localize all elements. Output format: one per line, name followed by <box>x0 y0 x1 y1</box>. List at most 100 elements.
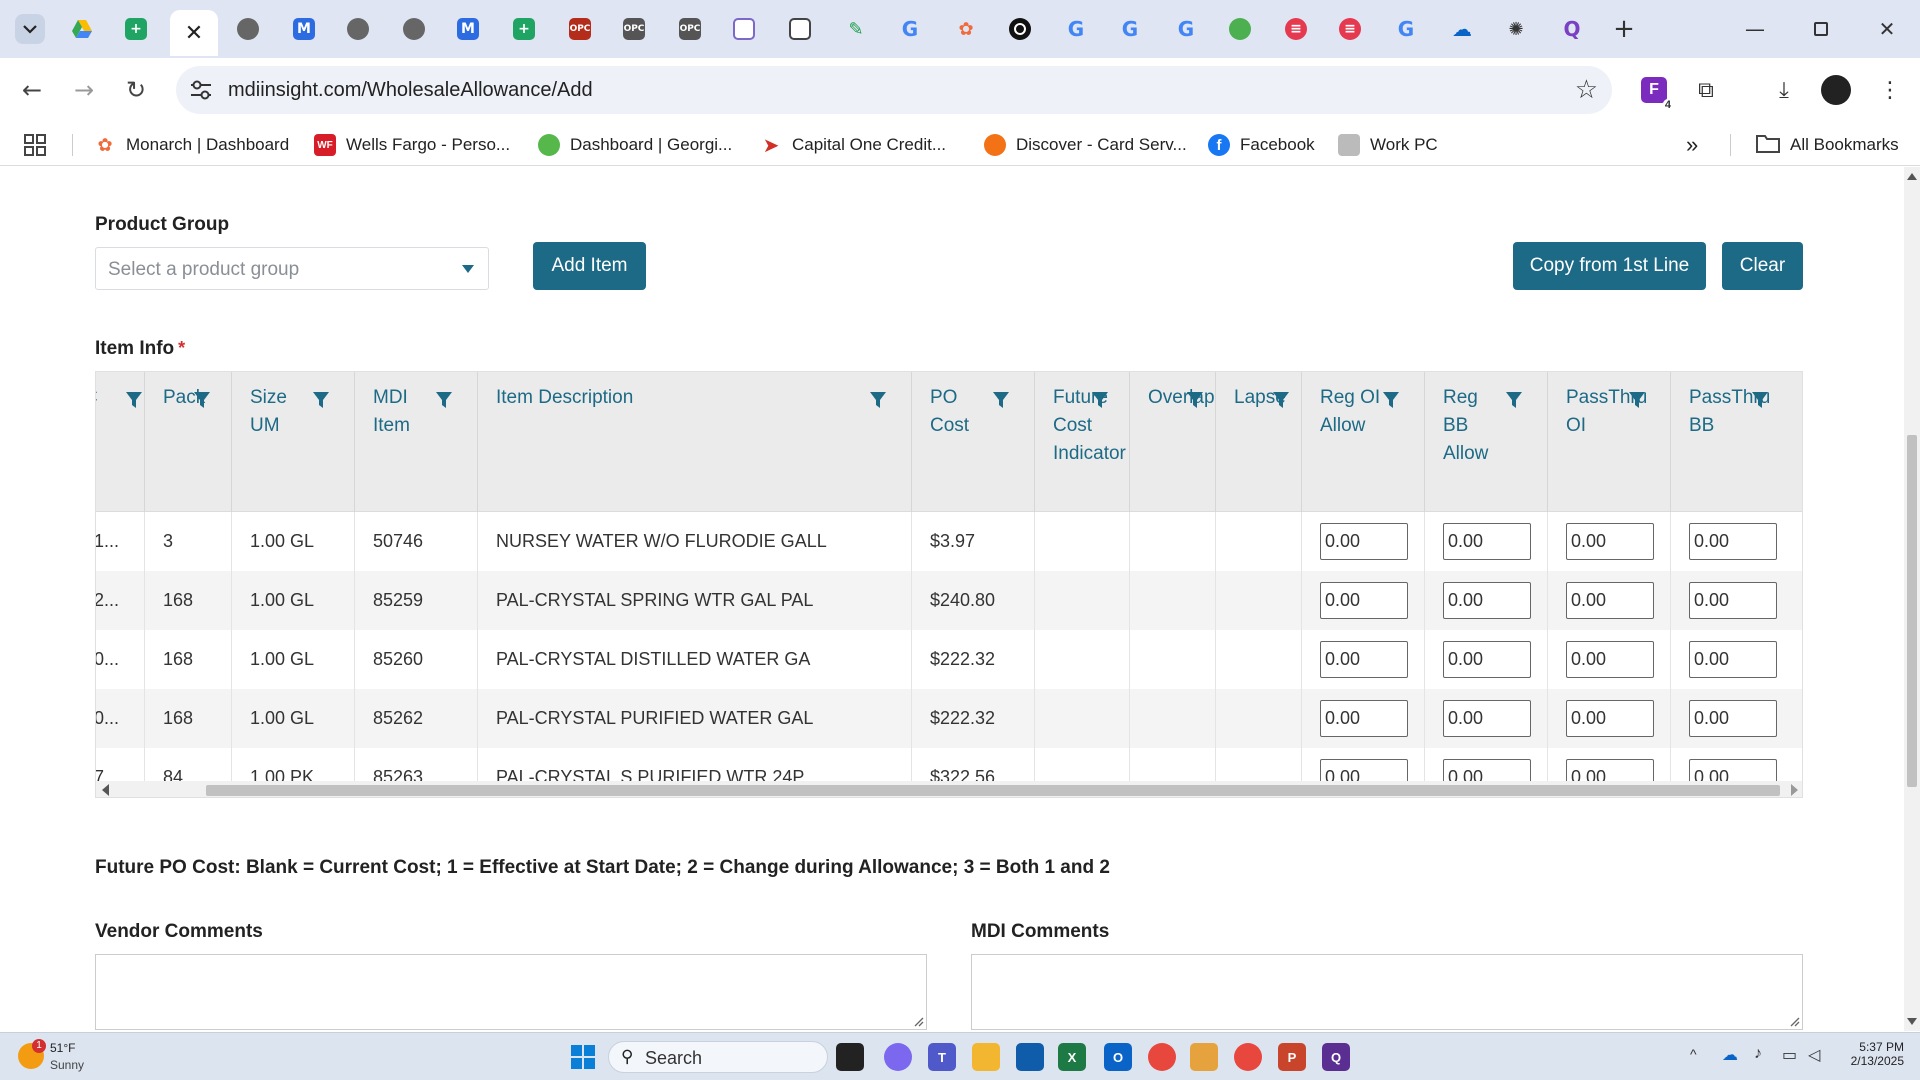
close-window-button[interactable]: ✕ <box>1872 14 1902 44</box>
file-explorer-icon[interactable] <box>972 1043 1000 1071</box>
bookmark-discover[interactable]: Discover - Card Serv... <box>984 133 1187 157</box>
network-icon[interactable]: ▭ <box>1782 1045 1797 1065</box>
pt-bb-input[interactable]: 0.00 <box>1689 523 1777 560</box>
tab-globe-1[interactable] <box>232 12 264 46</box>
tab-m-1[interactable]: M <box>288 12 320 46</box>
filter-icon[interactable] <box>435 391 453 409</box>
reg-bb-input[interactable]: 0.00 <box>1443 582 1531 619</box>
column-header-label[interactable]: Overlap <box>1148 384 1215 412</box>
reg-oi-input[interactable]: 0.00 <box>1320 523 1408 560</box>
tab-search-button[interactable] <box>14 12 46 46</box>
taskbar-search[interactable]: ⚲ Search <box>608 1041 828 1073</box>
column-header-item[interactable]: MDI Item <box>355 372 478 512</box>
tab-google-drive[interactable] <box>66 12 98 46</box>
filter-icon[interactable] <box>312 391 330 409</box>
column-header-label[interactable]: Item Description <box>496 384 871 412</box>
reg-oi-input[interactable]: 0.00 <box>1320 582 1408 619</box>
extensions-button[interactable]: ⧉ <box>1688 72 1724 108</box>
chrome-icon[interactable] <box>1148 1043 1176 1071</box>
tab-leaf[interactable]: ✎ <box>840 12 872 46</box>
new-tab-button[interactable]: + <box>1608 12 1640 46</box>
all-bookmarks-button[interactable]: All Bookmarks <box>1756 133 1899 157</box>
pt-oi-input[interactable]: 0.00 <box>1566 641 1654 678</box>
bookmark-monarch[interactable]: ✿ Monarch | Dashboard <box>94 133 289 157</box>
copy-from-first-line-button[interactable]: Copy from 1st Line <box>1513 242 1706 290</box>
reload-button[interactable]: ↻ <box>118 72 154 108</box>
outlook-icon[interactable]: O <box>1104 1043 1132 1071</box>
filter-icon[interactable] <box>1186 391 1204 409</box>
column-header-cost[interactable]: PO Cost <box>912 372 1035 512</box>
tab-sheets-1[interactable]: + <box>120 12 152 46</box>
task-view-icon[interactable] <box>836 1043 864 1071</box>
reg-bb-input[interactable]: 0.00 <box>1443 523 1531 560</box>
tab-globe-2[interactable] <box>342 12 374 46</box>
pt-bb-input[interactable]: 0.00 <box>1689 641 1777 678</box>
tab-colorful[interactable] <box>1224 12 1256 46</box>
pt-oi-input[interactable]: 0.00 <box>1566 700 1654 737</box>
mdi-comments-textarea[interactable] <box>971 954 1803 1030</box>
store-icon[interactable] <box>1016 1043 1044 1071</box>
apps-grid-icon[interactable] <box>24 133 46 157</box>
column-header-reg_bb[interactable]: Reg BB Allow <box>1425 372 1548 512</box>
bookmark-georgia[interactable]: Dashboard | Georgi... <box>538 133 732 157</box>
url-text[interactable]: mdiinsight.com/WholesaleAllowance/Add <box>228 79 593 102</box>
pt-oi-input[interactable]: 0.00 <box>1566 523 1654 560</box>
column-header-label[interactable]: Lapse <box>1234 384 1286 412</box>
resize-handle-icon[interactable] <box>1788 1015 1800 1027</box>
microphone-icon[interactable]: ♪ <box>1754 1045 1762 1063</box>
tab-sheets-2[interactable]: + <box>508 12 540 46</box>
scroll-right-icon[interactable] <box>1791 784 1798 796</box>
scroll-left-icon[interactable] <box>102 784 109 796</box>
reg-oi-input[interactable]: 0.00 <box>1320 700 1408 737</box>
site-info-icon[interactable] <box>188 78 214 102</box>
close-tab-icon[interactable]: ✕ <box>185 21 203 46</box>
restore-button[interactable] <box>1806 14 1836 44</box>
scrollbar-thumb[interactable] <box>206 785 1780 796</box>
column-header-label[interactable]: Pack <box>163 384 205 412</box>
profile-button[interactable] <box>1818 72 1854 108</box>
chrome-active-icon[interactable] <box>1234 1043 1262 1071</box>
filter-icon[interactable] <box>1091 391 1109 409</box>
column-header-size[interactable]: Size UM <box>232 372 355 512</box>
filter-icon[interactable] <box>1382 391 1400 409</box>
onedrive-icon[interactable]: ☁ <box>1722 1045 1738 1065</box>
column-header-label[interactable]: C <box>96 384 127 412</box>
filter-icon[interactable] <box>1505 391 1523 409</box>
filter-icon[interactable] <box>125 391 143 409</box>
add-item-button[interactable]: Add Item <box>533 242 646 290</box>
column-header-label[interactable]: Reg OI Allow <box>1320 384 1384 440</box>
bookmark-capital-one[interactable]: ➤ Capital One Credit... <box>760 133 946 157</box>
column-header-pack[interactable]: Pack <box>145 372 232 512</box>
column-header-desc[interactable]: Item Description <box>478 372 912 512</box>
clock[interactable]: 5:37 PM 2/13/2025 <box>1851 1040 1904 1068</box>
tab-chatgpt[interactable]: ✺ <box>1500 12 1532 46</box>
tab-doc[interactable] <box>784 12 816 46</box>
tab-google-2[interactable]: G <box>1060 12 1092 46</box>
tab-opc-1[interactable]: OPC <box>564 12 596 46</box>
scrollbar-thumb[interactable] <box>1907 435 1917 787</box>
pt-bb-input[interactable]: 0.00 <box>1689 700 1777 737</box>
tab-onedrive[interactable]: ☁ <box>1446 12 1478 46</box>
tab-monarch[interactable]: ✿ <box>950 12 982 46</box>
horizontal-scrollbar[interactable] <box>96 781 1802 797</box>
tab-red-2[interactable]: ≡ <box>1334 12 1366 46</box>
windows-start-icon[interactable] <box>571 1045 595 1074</box>
excel-icon[interactable]: X <box>1058 1043 1086 1071</box>
back-button[interactable]: ← <box>14 72 50 108</box>
scroll-down-icon[interactable] <box>1907 1018 1917 1025</box>
column-header-label[interactable]: Size UM <box>250 384 314 440</box>
bookmark-work-pc[interactable]: Work PC <box>1338 133 1438 157</box>
vertical-scrollbar[interactable] <box>1904 167 1920 1031</box>
forward-button[interactable]: → <box>66 72 102 108</box>
tab-q[interactable]: Q <box>1556 12 1588 46</box>
more-bookmarks-button[interactable]: » <box>1686 132 1698 157</box>
filter-icon[interactable] <box>869 391 887 409</box>
reg-bb-input[interactable]: 0.00 <box>1443 641 1531 678</box>
weather-icon[interactable]: 1 <box>18 1039 46 1069</box>
tab-list[interactable] <box>728 12 760 46</box>
tab-active-mdi[interactable]: ✕ <box>170 10 218 56</box>
scroll-up-icon[interactable] <box>1907 173 1917 180</box>
column-header-pt_bb[interactable]: PassThru BB <box>1671 372 1802 512</box>
column-header-label[interactable]: PassThru BB <box>1689 384 1770 440</box>
volume-icon[interactable]: ◁ <box>1808 1045 1820 1065</box>
